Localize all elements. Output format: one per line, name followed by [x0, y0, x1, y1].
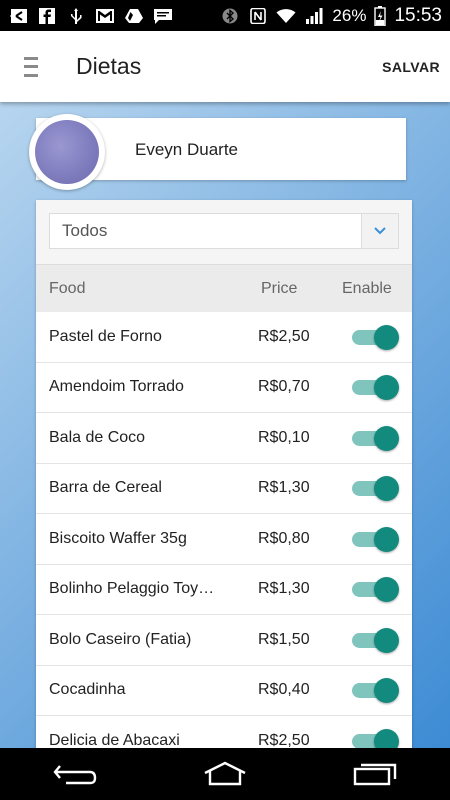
table-row[interactable]: Biscoito Waffer 35g R$0,80: [36, 514, 412, 565]
food-price: R$0,80: [258, 529, 310, 547]
table-row[interactable]: Bolo Caseiro (Fatia) R$1,50: [36, 615, 412, 666]
wifi-icon: [276, 8, 296, 23]
enable-toggle[interactable]: [352, 678, 399, 704]
enable-toggle[interactable]: [352, 627, 399, 653]
table-row[interactable]: Pastel de Forno R$2,50: [36, 312, 412, 363]
menu-icon[interactable]: [24, 56, 38, 77]
food-price: R$1,50: [258, 630, 310, 648]
home-icon[interactable]: [195, 754, 255, 794]
battery-icon: [374, 5, 387, 26]
bluetooth-icon: [222, 8, 238, 23]
enable-toggle[interactable]: [352, 577, 399, 603]
battery-percent: 26%: [332, 5, 367, 25]
back-icon[interactable]: [45, 754, 105, 794]
table-row[interactable]: Delicia de Abacaxi R$2,50: [36, 716, 412, 748]
food-name: Cocadinha: [49, 681, 126, 699]
back-arrow-notification-icon: [10, 8, 27, 23]
drive-icon: [125, 8, 143, 23]
food-name: Bala de Coco: [49, 428, 146, 446]
food-name: Amendoim Torrado: [49, 378, 184, 396]
filter-area: Todos: [36, 200, 412, 264]
usb-icon: [71, 7, 82, 24]
facebook-icon: [39, 7, 55, 24]
save-button[interactable]: SALVAR: [382, 59, 440, 75]
food-price: R$0,40: [258, 681, 310, 699]
food-name: Pastel de Forno: [49, 327, 162, 345]
food-name: Bolo Caseiro (Fatia): [49, 630, 192, 648]
navigation-bar: [0, 748, 450, 800]
app-bar: Dietas SALVAR: [0, 31, 450, 102]
table-header: Food Price Enable: [36, 264, 412, 312]
food-price: R$0,10: [258, 428, 310, 446]
table-row[interactable]: Cocadinha R$0,40: [36, 666, 412, 716]
clock: 15:53: [394, 4, 442, 26]
message-icon: [154, 8, 172, 24]
table-row[interactable]: Bolinho Pelaggio Toy… R$1,30: [36, 565, 412, 615]
category-select-value: Todos: [62, 221, 108, 240]
gmail-icon: [96, 8, 114, 23]
signal-icon: [306, 7, 323, 24]
enable-toggle[interactable]: [352, 526, 399, 552]
enable-toggle[interactable]: [352, 425, 399, 451]
profile-name: Eveyn Duarte: [135, 140, 238, 159]
table-row[interactable]: Bala de Coco R$0,10: [36, 413, 412, 464]
enable-toggle[interactable]: [352, 476, 399, 502]
food-name: Barra de Cereal: [49, 479, 162, 497]
food-price: R$1,30: [258, 580, 310, 598]
diet-list-card: Todos Food Price Enable Pastel de Forno …: [36, 200, 412, 748]
table-body: Pastel de Forno R$2,50 Amendoim Torrado …: [36, 312, 412, 748]
chevron-down-icon[interactable]: [361, 214, 398, 248]
food-name: Delicia de Abacaxi: [49, 731, 180, 748]
food-name: Bolinho Pelaggio Toy…: [49, 580, 215, 598]
enable-toggle[interactable]: [352, 375, 399, 401]
category-select[interactable]: Todos: [49, 213, 399, 249]
table-row[interactable]: Barra de Cereal R$1,30: [36, 464, 412, 514]
food-name: Biscoito Waffer 35g: [49, 529, 187, 547]
page-title: Dietas: [76, 53, 142, 79]
enable-toggle[interactable]: [352, 728, 399, 748]
avatar-frame: [29, 114, 105, 190]
table-row[interactable]: Amendoim Torrado R$0,70: [36, 363, 412, 413]
header-food: Food: [49, 279, 86, 297]
food-price: R$1,30: [258, 479, 310, 497]
avatar[interactable]: [35, 120, 99, 184]
header-price: Price: [261, 279, 298, 297]
food-price: R$0,70: [258, 378, 310, 396]
nfc-icon: [250, 7, 267, 24]
food-price: R$2,50: [258, 731, 310, 748]
main-content: Eveyn Duarte Todos Food Price Enable Pas…: [0, 102, 450, 748]
status-bar: 26% 15:53: [0, 0, 450, 31]
recent-apps-icon[interactable]: [345, 754, 405, 794]
enable-toggle[interactable]: [352, 324, 399, 350]
food-price: R$2,50: [258, 327, 310, 345]
header-enable: Enable: [342, 279, 392, 297]
